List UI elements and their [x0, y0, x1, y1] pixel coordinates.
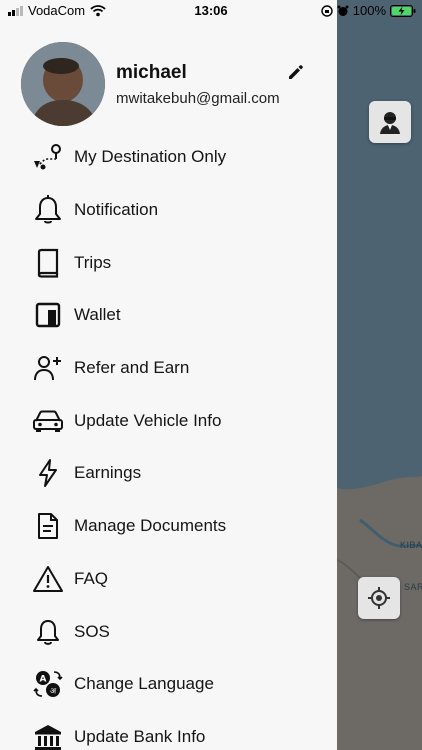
menu-item-manage-documents[interactable]: Manage Documents: [0, 500, 337, 553]
menu-label: Update Vehicle Info: [74, 410, 222, 430]
alarm-icon: [337, 5, 349, 16]
profile-header[interactable]: michael mwitakebuh@gmail.com: [0, 40, 337, 130]
menu-item-my-destination-only[interactable]: My Destination Only: [0, 131, 337, 184]
bell-outline-icon: [30, 616, 66, 648]
menu-label: Wallet: [74, 305, 121, 325]
battery-charging-icon: [390, 4, 416, 17]
menu-item-trips[interactable]: Trips: [0, 236, 337, 289]
menu-item-wallet[interactable]: Wallet: [0, 289, 337, 342]
map-label-sar: SAR: [404, 582, 422, 592]
destination-route-icon: [30, 141, 66, 173]
map-label-kibad: KIBAD: [400, 540, 422, 550]
navigation-drawer: michael mwitakebuh@gmail.com My Destinat…: [0, 0, 337, 750]
lightning-icon: [30, 457, 66, 489]
menu-item-refer-and-earn[interactable]: Refer and Earn: [0, 342, 337, 395]
menu-label: My Destination Only: [74, 147, 227, 167]
menu-item-faq[interactable]: FAQ: [0, 553, 337, 606]
person-add-icon: [30, 352, 66, 384]
document-icon: [30, 510, 66, 542]
menu-label: Notification: [74, 200, 159, 220]
menu-item-sos[interactable]: SOS: [0, 605, 337, 658]
warning-icon: [30, 563, 66, 595]
menu-item-earnings[interactable]: Earnings: [0, 447, 337, 500]
edit-icon[interactable]: [286, 62, 306, 82]
wallet-icon: [30, 299, 66, 331]
menu-item-update-vehicle-info[interactable]: Update Vehicle Info: [0, 394, 337, 447]
driver-avatar-button[interactable]: [369, 101, 411, 143]
language-icon: A अ: [30, 668, 66, 700]
status-bar: VodaCom 13:06 100%: [0, 0, 422, 22]
crosshair-icon: [368, 587, 390, 609]
orientation-lock-icon: [321, 4, 333, 17]
screen: KIBAD SAR: [0, 0, 422, 750]
battery-percent: 100%: [352, 3, 386, 18]
status-right: 100%: [321, 3, 416, 18]
bank-icon: [30, 721, 66, 750]
avatar-photo: [21, 42, 105, 126]
profile-name: michael: [116, 62, 187, 83]
menu-label: FAQ: [74, 568, 109, 588]
driver-icon: [380, 112, 400, 134]
menu-item-update-bank-info[interactable]: Update Bank Info: [0, 711, 337, 750]
menu-label: Manage Documents: [74, 516, 227, 536]
menu-label: Update Bank Info: [74, 726, 206, 746]
my-location-button[interactable]: [358, 577, 400, 619]
avatar[interactable]: [21, 42, 105, 126]
car-icon: [30, 405, 66, 437]
book-icon: [30, 247, 66, 279]
profile-email: mwitakebuh@gmail.com: [116, 90, 280, 107]
drawer-menu: My Destination Only Notification Trips W…: [0, 131, 337, 750]
menu-label: Earnings: [74, 463, 142, 483]
menu-label: Refer and Earn: [74, 358, 190, 378]
menu-label: Change Language: [74, 674, 214, 694]
bell-icon: [30, 194, 66, 226]
menu-label: SOS: [74, 621, 110, 641]
svg-text:अ: अ: [50, 687, 57, 696]
menu-label: Trips: [74, 252, 112, 272]
svg-text:A: A: [40, 675, 47, 685]
menu-item-change-language[interactable]: A अ Change Language: [0, 658, 337, 711]
menu-item-notification[interactable]: Notification: [0, 184, 337, 237]
